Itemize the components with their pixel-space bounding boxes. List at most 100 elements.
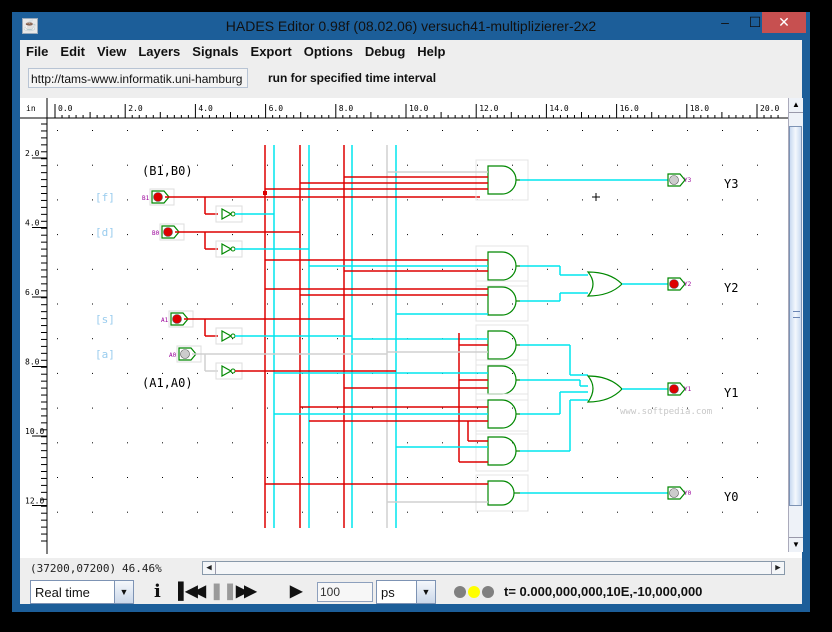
- grid-dot: [687, 338, 688, 340]
- ruler-y-label: 8.0: [25, 358, 40, 367]
- ruler-y-label: 6.0: [25, 288, 40, 297]
- grid-dot: [512, 477, 513, 478]
- grid-dot: [127, 511, 128, 513]
- simulation-mode-select[interactable]: Real time ▼: [30, 580, 134, 604]
- schematic-canvas[interactable]: in 0.0 2.0 4.0 6.0 8.0 10.0 12.0 14.0 16.0 18.0 20.…: [20, 98, 788, 554]
- grid-dot: [547, 407, 548, 409]
- grid-dot: [162, 130, 163, 131]
- and-gate-y1-1: [487, 365, 517, 395]
- scroll-up-arrow[interactable]: ▲: [789, 98, 803, 113]
- horizontal-scrollbar[interactable]: ◀ ▶: [202, 561, 785, 575]
- rewind-icon[interactable]: ▌◀◀: [178, 582, 206, 602]
- simulation-toolbar: Real time ▼ i ▌◀◀ ❚❚ ▶▶ ▶ 100 ps ▼ t= 0.…: [20, 580, 802, 604]
- menu-file[interactable]: File: [20, 40, 54, 62]
- pause-icon[interactable]: ❚❚: [210, 582, 237, 602]
- time-unit-select[interactable]: ps ▼: [376, 580, 436, 604]
- port-tag: B1: [142, 195, 150, 202]
- grid-dot: [197, 477, 198, 478]
- grid-dot: [582, 130, 583, 131]
- grid-dot: [127, 477, 128, 478]
- scroll-down-arrow[interactable]: ▼: [789, 537, 803, 552]
- grid-dot: [617, 442, 618, 444]
- grid-dot: [127, 164, 128, 166]
- grid-dot: [232, 477, 233, 478]
- menu-debug[interactable]: Debug: [359, 40, 411, 62]
- grid-dot: [57, 511, 58, 513]
- inverter-gate: [221, 364, 233, 378]
- run-time-field[interactable]: 100: [317, 582, 373, 602]
- url-field[interactable]: http://tams-www.informatik.uni-hamburg: [28, 68, 248, 88]
- grid-dot: [127, 199, 128, 201]
- grid-dot: [652, 442, 653, 444]
- grid-dot: [757, 199, 758, 201]
- grid-dot: [477, 164, 478, 166]
- menu-layers[interactable]: Layers: [132, 40, 186, 62]
- grid-dot: [652, 199, 653, 201]
- and-gate-y0: [487, 480, 515, 506]
- client-area: File Edit View Layers Signals Export Opt…: [20, 40, 803, 604]
- grid-dot: [407, 477, 408, 478]
- grid-dot: [687, 268, 688, 270]
- grid-dot: [232, 303, 233, 305]
- grid-dot: [162, 268, 163, 270]
- output-led: [669, 488, 679, 498]
- grid-dot: [442, 199, 443, 201]
- group-label-a: (A1,A0): [142, 376, 193, 390]
- grid-dot: [127, 407, 128, 409]
- scroll-left-arrow[interactable]: ◀: [203, 562, 216, 574]
- grid-dot: [127, 442, 128, 444]
- menu-export[interactable]: Export: [245, 40, 298, 62]
- run-interval-icon[interactable]: ▶: [290, 582, 302, 602]
- status-led-3: [482, 586, 494, 598]
- scroll-right-arrow[interactable]: ▶: [771, 562, 784, 574]
- grid-dot: [512, 268, 513, 270]
- grid-dot: [582, 268, 583, 270]
- grid-dot: [267, 338, 268, 340]
- grid-dot: [232, 268, 233, 270]
- minimize-button[interactable]: ‒: [712, 12, 738, 33]
- grid-dot: [407, 199, 408, 201]
- grid-dot: [267, 442, 268, 444]
- grid-dot: [547, 199, 548, 201]
- ruler-x-label: 2.0: [128, 104, 143, 113]
- grid-dot: [162, 511, 163, 513]
- grid-dot: [617, 338, 618, 340]
- grid-dot: [722, 164, 723, 166]
- grid-dot: [337, 164, 338, 166]
- grid-dot: [197, 442, 198, 444]
- grid-dot: [757, 442, 758, 444]
- menu-signals[interactable]: Signals: [186, 40, 244, 62]
- input-led: [153, 192, 163, 202]
- close-button[interactable]: ✕: [762, 12, 806, 33]
- fast-forward-icon[interactable]: ▶▶: [236, 582, 257, 602]
- menu-options[interactable]: Options: [298, 40, 359, 62]
- grid-dot: [372, 130, 373, 131]
- vertical-scroll-thumb[interactable]: [789, 126, 802, 506]
- grid-dot: [197, 303, 198, 305]
- port-tag: Y3: [684, 177, 692, 184]
- ruler-x-label: 4.0: [198, 104, 213, 113]
- chevron-down-icon[interactable]: ▼: [416, 581, 435, 603]
- input-led: [163, 227, 173, 237]
- grid-dot: [547, 130, 548, 131]
- grid-dot: [232, 130, 233, 131]
- grid-dot: [617, 164, 618, 166]
- chevron-down-icon[interactable]: ▼: [114, 581, 133, 603]
- menu-edit[interactable]: Edit: [54, 40, 91, 62]
- grid-dot: [337, 511, 338, 513]
- grid-dot: [407, 234, 408, 236]
- grid-dot: [92, 199, 93, 201]
- info-button[interactable]: i: [154, 582, 161, 602]
- grid-dot: [687, 130, 688, 131]
- hades-editor-window: ☕ HADES Editor 0.98f (08.02.06) versuch4…: [12, 12, 810, 612]
- grid-dot: [687, 442, 688, 444]
- port-tag: B0: [152, 230, 160, 237]
- grid-dot: [477, 303, 478, 305]
- grid-dot: [652, 234, 653, 236]
- menu-help[interactable]: Help: [411, 40, 451, 62]
- menu-view[interactable]: View: [91, 40, 132, 62]
- watermark-text: www.softpedia.com: [620, 407, 712, 417]
- grid-dot: [197, 164, 198, 166]
- vertical-scrollbar[interactable]: ▲ ▼: [788, 98, 803, 552]
- title-bar[interactable]: ☕ HADES Editor 0.98f (08.02.06) versuch4…: [12, 12, 810, 40]
